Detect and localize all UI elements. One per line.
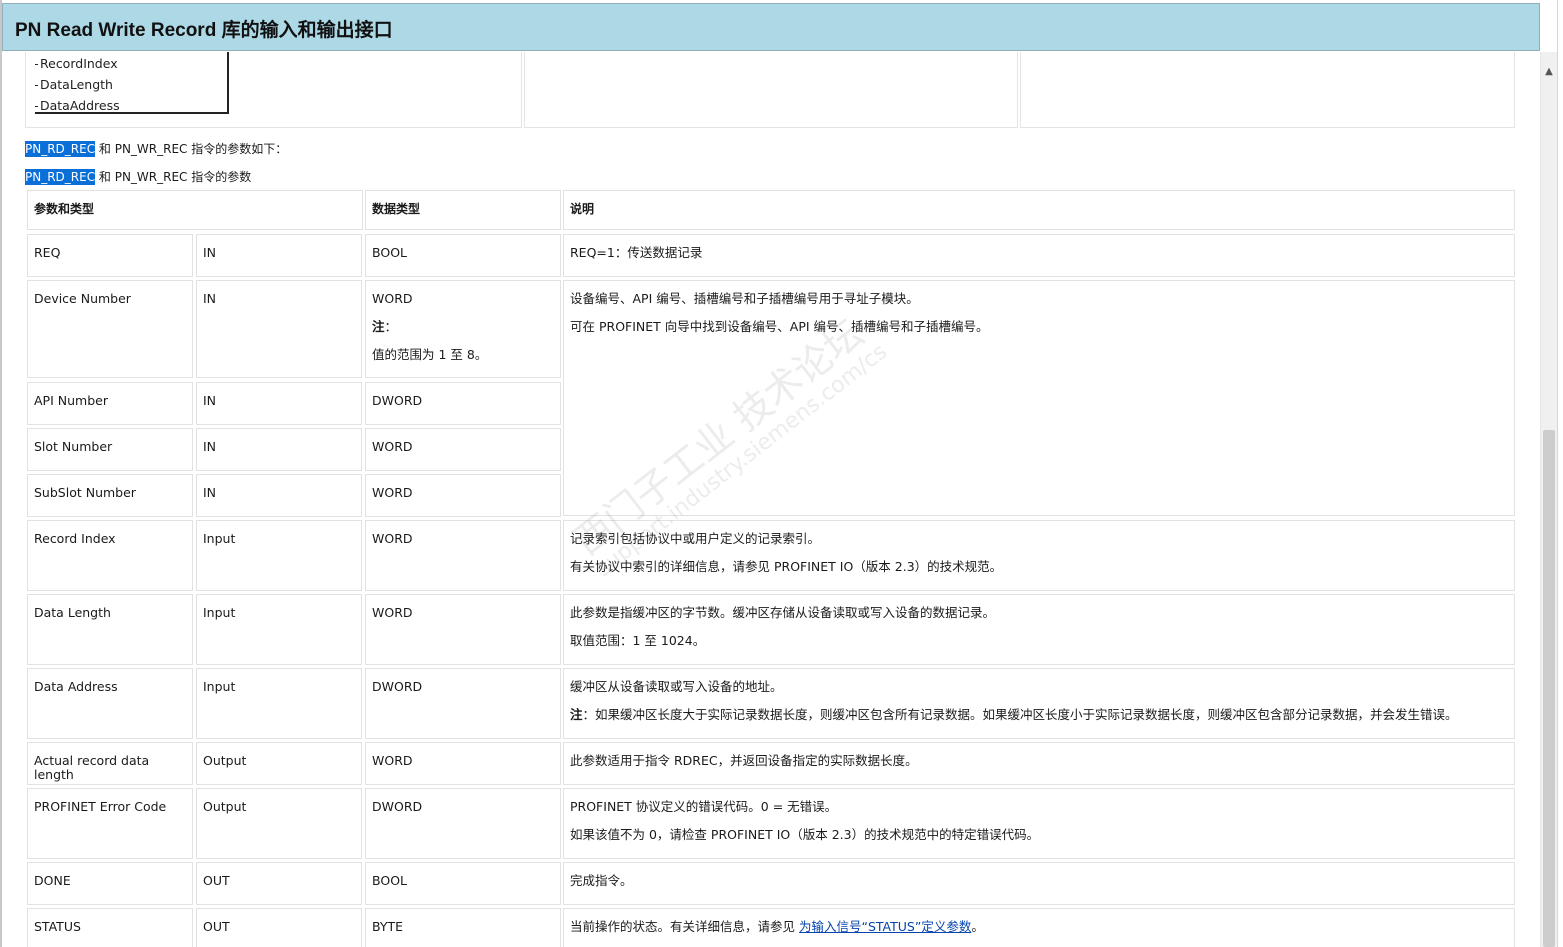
param-io: IN xyxy=(196,280,362,378)
param-type: WORD xyxy=(365,428,561,471)
param-name: SubSlot Number xyxy=(27,474,193,517)
window-right-border xyxy=(1557,0,1563,947)
param-io: OUT xyxy=(196,908,362,947)
title-bar: PN Read Write Record 库的输入和输出接口 xyxy=(2,3,1540,51)
param-name: STATUS xyxy=(27,908,193,947)
param-description: 缓冲区从设备读取或写入设备的地址。 注：如果缓冲区长度大于实际记录数据长度，则缓… xyxy=(563,668,1515,739)
param-name: PROFINET Error Code xyxy=(27,788,193,859)
vertical-scrollbar[interactable]: ▲ xyxy=(1540,52,1557,947)
param-io: IN xyxy=(196,234,362,277)
table-caption: PN_RD_REC 和 PN_WR_REC 指令的参数 xyxy=(25,169,252,185)
param-description: 此参数是指缓冲区的字节数。缓冲区存储从设备读取或写入设备的数据记录。 取值范围：… xyxy=(563,594,1515,665)
param-type: DWORD xyxy=(365,668,561,739)
param-description: PROFINET 协议定义的错误代码。0 = 无错误。 如果该值不为 0，请检查… xyxy=(563,788,1515,859)
param-description: 设备编号、API 编号、插槽编号和子插槽编号用于寻址子模块。 可在 PROFIN… xyxy=(563,280,1515,516)
param-description: 此参数适用于指令 RDREC，并返回设备指定的实际数据长度。 xyxy=(563,742,1515,785)
param-name: REQ xyxy=(27,234,193,277)
param-type: BYTE xyxy=(365,908,561,947)
param-name: API Number xyxy=(27,382,193,425)
search-highlight: PN_RD_REC xyxy=(25,169,96,185)
param-description: 记录索引包括协议中或用户定义的记录索引。 有关协议中索引的详细信息，请参见 PR… xyxy=(563,520,1515,591)
param-name: Data Length xyxy=(27,594,193,665)
param-name: Actual record data length xyxy=(27,742,193,785)
param-name: Data Address xyxy=(27,668,193,739)
param-io: IN xyxy=(196,382,362,425)
param-io: Input xyxy=(196,520,362,591)
intro-line: PN_RD_REC 和 PN_WR_REC 指令的参数如下： xyxy=(25,141,288,157)
empty-cell xyxy=(1020,52,1515,128)
header-description: 说明 xyxy=(563,190,1515,230)
param-io: Input xyxy=(196,594,362,665)
param-name: Record Index xyxy=(27,520,193,591)
document-content: RecordIndex DataLength DataAddress PN_RD… xyxy=(0,52,1538,947)
param-name: DONE xyxy=(27,862,193,905)
header-data-type: 数据类型 xyxy=(365,190,561,230)
param-type: WORD xyxy=(365,742,561,785)
empty-cell xyxy=(524,52,1018,128)
param-io: IN xyxy=(196,474,362,517)
param-type: WORD xyxy=(365,474,561,517)
block-pin: DataAddress xyxy=(35,98,120,113)
param-type: DWORD xyxy=(365,788,561,859)
param-description: 当前操作的状态。有关详细信息，请参见 为输入信号“STATUS”定义参数。 xyxy=(563,908,1515,947)
param-type: BOOL xyxy=(365,862,561,905)
param-io: IN xyxy=(196,428,362,471)
param-type: WORD xyxy=(365,520,561,591)
scroll-up-arrow-icon[interactable]: ▲ xyxy=(1541,64,1557,80)
param-io: Output xyxy=(196,788,362,859)
scrollbar-thumb[interactable] xyxy=(1543,430,1555,947)
param-type: WORD 注： 值的范围为 1 至 8。 xyxy=(365,280,561,378)
param-description: 完成指令。 xyxy=(563,862,1515,905)
param-name: Device Number xyxy=(27,280,193,378)
param-type: BOOL xyxy=(365,234,561,277)
param-name: Slot Number xyxy=(27,428,193,471)
param-type: WORD xyxy=(365,594,561,665)
param-io: Input xyxy=(196,668,362,739)
block-pin: DataLength xyxy=(35,77,113,92)
param-type: DWORD xyxy=(365,382,561,425)
param-io: Output xyxy=(196,742,362,785)
page-title: PN Read Write Record 库的输入和输出接口 xyxy=(15,20,393,41)
block-pin: RecordIndex xyxy=(35,56,118,71)
param-description: REQ=1：传送数据记录 xyxy=(563,234,1515,277)
status-parameter-link[interactable]: 为输入信号“STATUS”定义参数 xyxy=(799,919,971,934)
header-param: 参数和类型 xyxy=(27,190,363,230)
param-io: OUT xyxy=(196,862,362,905)
search-highlight: PN_RD_REC xyxy=(25,141,96,157)
